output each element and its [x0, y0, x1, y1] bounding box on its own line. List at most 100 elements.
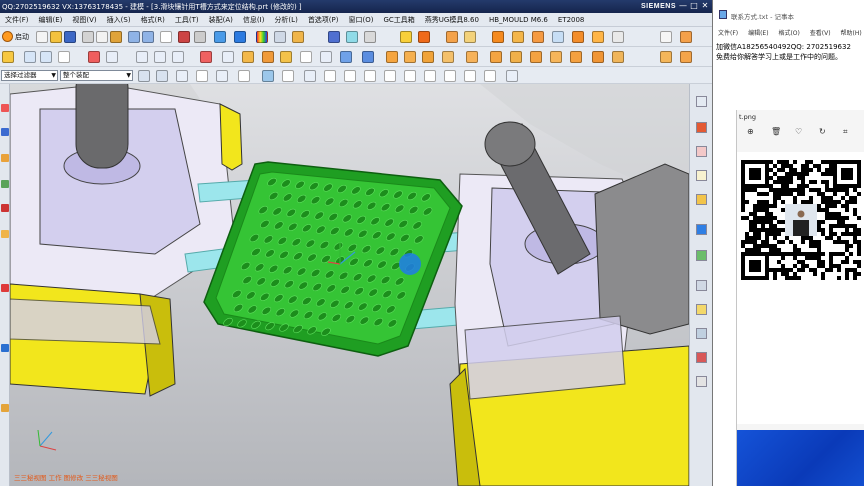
menu-yanxiu[interactable]: 燕秀UG模具8.60: [420, 15, 484, 25]
roles-icon[interactable]: [1, 230, 9, 238]
point-on-curve-snap-icon[interactable]: [484, 70, 496, 82]
minimize-button[interactable]: —: [678, 1, 688, 11]
select-all-icon[interactable]: [176, 70, 188, 82]
drawing-icon[interactable]: [660, 31, 672, 43]
close-button[interactable]: ✕: [700, 1, 710, 11]
resource-icon[interactable]: [696, 280, 707, 291]
delete-icon[interactable]: 🗑: [771, 127, 781, 136]
cut-icon[interactable]: [82, 31, 94, 43]
resource-icon[interactable]: [696, 352, 707, 363]
palette-icon[interactable]: [1, 344, 9, 352]
pattern-icon[interactable]: [592, 51, 604, 63]
ejector-icon[interactable]: [532, 31, 544, 43]
start-button[interactable]: 启动: [15, 32, 29, 42]
midpoint-snap-icon[interactable]: [344, 70, 356, 82]
control-point-snap-icon[interactable]: [384, 70, 396, 82]
menu-edit[interactable]: 编辑(E): [34, 15, 68, 25]
extend-icon[interactable]: [172, 51, 184, 63]
resource-icon[interactable]: [696, 146, 707, 157]
cylinder-icon[interactable]: [340, 51, 352, 63]
menu-window[interactable]: 窗口(O): [344, 15, 379, 25]
mould-wizard-icon[interactable]: [418, 31, 430, 43]
move-face-icon[interactable]: [362, 51, 374, 63]
resource-icon[interactable]: [696, 194, 707, 205]
mould-icon[interactable]: [364, 31, 376, 43]
line-icon[interactable]: [24, 51, 36, 63]
intersection-snap-icon[interactable]: [404, 70, 416, 82]
project-curve-icon[interactable]: [136, 51, 148, 63]
notepad-text-area[interactable]: 加微信A18256540492QQ: 2702519632 免费给你解答学习上或…: [716, 42, 864, 62]
menu-info[interactable]: 信息(I): [238, 15, 270, 25]
graphics-viewport[interactable]: [10, 84, 689, 486]
crop-icon[interactable]: ⌗: [843, 127, 848, 137]
menu-preferences[interactable]: 首选项(P): [303, 15, 344, 25]
resource-icon[interactable]: [696, 250, 707, 261]
notepad-menu-file[interactable]: 文件(F): [718, 30, 738, 37]
web-browser-icon[interactable]: [1, 284, 9, 292]
point-icon[interactable]: [58, 51, 70, 63]
center-snap-icon[interactable]: [364, 70, 376, 82]
boolean-subtract-icon[interactable]: [404, 51, 416, 63]
boolean-intersect-icon[interactable]: [422, 51, 434, 63]
replace-face-icon[interactable]: [510, 51, 522, 63]
endpoint-snap-icon[interactable]: [324, 70, 336, 82]
menu-gc-toolbox[interactable]: GC工具箱: [378, 15, 419, 25]
extrude-icon[interactable]: [292, 31, 304, 43]
info-icon[interactable]: [160, 31, 172, 43]
boolean-unite-icon[interactable]: [386, 51, 398, 63]
mirror-icon[interactable]: [612, 51, 624, 63]
insert-icon[interactable]: [512, 31, 524, 43]
resource-icon[interactable]: [696, 96, 707, 107]
fit-icon[interactable]: [304, 70, 316, 82]
quadrant-snap-icon[interactable]: [444, 70, 456, 82]
color-icon[interactable]: [256, 31, 268, 43]
menu-hb-mould[interactable]: HB_MOULD M6.6: [484, 16, 553, 24]
gc-tool-icon[interactable]: [328, 31, 340, 43]
menu-format[interactable]: 格式(R): [136, 15, 170, 25]
hole-icon[interactable]: [274, 31, 286, 43]
menu-insert[interactable]: 插入(S): [102, 15, 136, 25]
selection-filter-combo[interactable]: 选择过滤器 ▼: [1, 70, 58, 81]
copy-icon[interactable]: [96, 31, 108, 43]
resource-icon[interactable]: [696, 170, 707, 181]
grid-icon[interactable]: [506, 70, 518, 82]
resource-icon[interactable]: [696, 224, 707, 235]
start-icon[interactable]: [2, 31, 13, 42]
block-icon[interactable]: [320, 51, 332, 63]
paste-icon[interactable]: [110, 31, 122, 43]
existing-point-snap-icon[interactable]: [464, 70, 476, 82]
rectangle-icon[interactable]: [300, 51, 312, 63]
sketch-icon[interactable]: [400, 31, 412, 43]
fillet-icon[interactable]: [200, 51, 212, 63]
maximize-button[interactable]: □: [689, 1, 699, 11]
menu-assembly[interactable]: 装配(A): [204, 15, 238, 25]
hide-icon[interactable]: [194, 31, 206, 43]
resource-icon[interactable]: [696, 122, 707, 133]
runner-icon[interactable]: [592, 31, 604, 43]
system-materials-icon[interactable]: [1, 204, 9, 212]
resource-icon[interactable]: [696, 304, 707, 315]
core-icon[interactable]: [492, 31, 504, 43]
trim-body-icon[interactable]: [570, 51, 582, 63]
menu-file[interactable]: 文件(F): [0, 15, 34, 25]
shell-icon[interactable]: [442, 51, 454, 63]
snap-point-icon[interactable]: [156, 70, 168, 82]
selection-scope-combo[interactable]: 整个装配 ▼: [60, 70, 133, 81]
offset-curve-icon[interactable]: [106, 51, 118, 63]
resource-icon[interactable]: [696, 376, 707, 387]
chamfer-icon[interactable]: [222, 51, 234, 63]
menu-view[interactable]: 视图(V): [67, 15, 101, 25]
save-icon[interactable]: [64, 31, 76, 43]
arc-center-snap-icon[interactable]: [424, 70, 436, 82]
menu-tools[interactable]: 工具(T): [170, 15, 204, 25]
gc-tool2-icon[interactable]: [346, 31, 358, 43]
trim-icon[interactable]: [154, 51, 166, 63]
notepad-menu-edit[interactable]: 编辑(E): [748, 30, 768, 37]
part-navigator-icon[interactable]: [1, 128, 9, 136]
draft-icon[interactable]: [466, 51, 478, 63]
menu-analysis[interactable]: 分析(L): [269, 15, 302, 25]
slide-icon[interactable]: [446, 31, 458, 43]
filter-icon[interactable]: [138, 70, 150, 82]
sketch-curve-icon[interactable]: [2, 51, 14, 63]
bom-icon[interactable]: [612, 31, 624, 43]
